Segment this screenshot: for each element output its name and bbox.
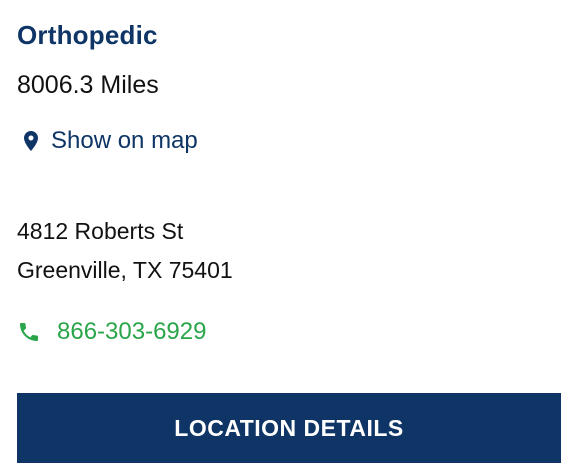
phone-icon (17, 320, 41, 344)
address-line-1: 4812 Roberts St (17, 218, 184, 244)
show-on-map-label: Show on map (51, 127, 198, 154)
show-on-map-link[interactable]: Show on map (17, 127, 198, 155)
phone-link[interactable]: 866-303-6929 (17, 318, 206, 346)
distance-text: 8006.3 Miles (17, 71, 159, 99)
location-title: Orthopedic (17, 20, 158, 50)
map-pin-icon (19, 129, 43, 153)
location-details-button[interactable]: LOCATION DETAILS (17, 393, 561, 463)
location-card: Orthopedic 8006.3 Miles Show on map 4812… (17, 0, 561, 466)
phone-number: 866-303-6929 (57, 318, 207, 345)
address-line-2: Greenville, TX 75401 (17, 257, 233, 283)
